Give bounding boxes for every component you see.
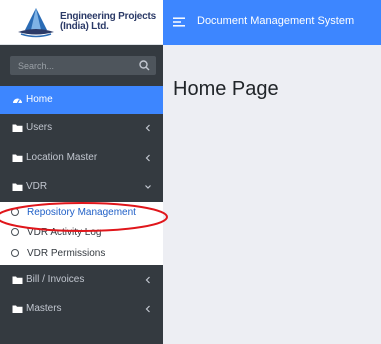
sidebar-item-label: Users [26, 122, 53, 133]
chevron-left-icon [145, 276, 150, 284]
vdr-submenu: Repository Management VDR Activity Log V… [0, 202, 163, 265]
sidebar-item-label: Bill / Invoices [26, 274, 85, 285]
hamburger-icon[interactable] [173, 17, 185, 27]
sidebar-item-masters[interactable]: Masters [0, 295, 163, 323]
circle-icon [11, 208, 19, 216]
sidebar-item-bill-invoices[interactable]: Bill / Invoices [0, 266, 163, 294]
circle-icon [11, 228, 19, 236]
sidebar: Engineering Projects (India) Ltd. Home U… [0, 0, 163, 344]
sidebar-item-label: Masters [26, 303, 62, 314]
folder-icon [12, 305, 23, 313]
brand-name-line2: (India) Ltd. [60, 21, 109, 32]
app-title: Document Management System [197, 15, 355, 27]
sidebar-item-users[interactable]: Users [0, 114, 163, 142]
sidebar-item-home[interactable]: Home [0, 86, 163, 114]
sidebar-item-label: VDR [26, 181, 48, 192]
submenu-item-label: VDR Permissions [27, 248, 106, 259]
brand-link[interactable]: Engineering Projects (India) Ltd. [0, 0, 163, 45]
folder-icon [12, 154, 23, 162]
circle-icon [11, 249, 19, 257]
search-icon[interactable] [138, 59, 151, 72]
sidebar-search [10, 56, 156, 75]
chevron-down-icon [145, 185, 151, 189]
chevron-left-icon [145, 124, 150, 132]
sidebar-item-label: Location Master [26, 152, 98, 163]
sidebar-item-label: Home [26, 94, 53, 105]
submenu-item-vdr-permissions[interactable]: VDR Permissions [0, 245, 163, 263]
search-input[interactable] [10, 56, 130, 75]
folder-icon [12, 124, 23, 132]
submenu-item-label: VDR Activity Log [27, 227, 102, 238]
chevron-left-icon [145, 154, 150, 162]
page-title: Home Page [173, 78, 279, 100]
submenu-item-label: Repository Management [27, 207, 136, 218]
company-logo [18, 8, 54, 38]
brand-name: Engineering Projects (India) Ltd. [60, 12, 162, 32]
sidebar-item-location-master[interactable]: Location Master [0, 144, 163, 172]
dashboard-icon [13, 98, 22, 104]
top-navbar: Document Management System [163, 0, 381, 45]
submenu-item-repository-management[interactable]: Repository Management [0, 204, 163, 222]
folder-icon [12, 276, 23, 284]
submenu-item-vdr-activity-log[interactable]: VDR Activity Log [0, 224, 163, 242]
sidebar-item-vdr[interactable]: VDR [0, 173, 163, 201]
chevron-left-icon [145, 305, 150, 313]
folder-icon [12, 183, 23, 191]
